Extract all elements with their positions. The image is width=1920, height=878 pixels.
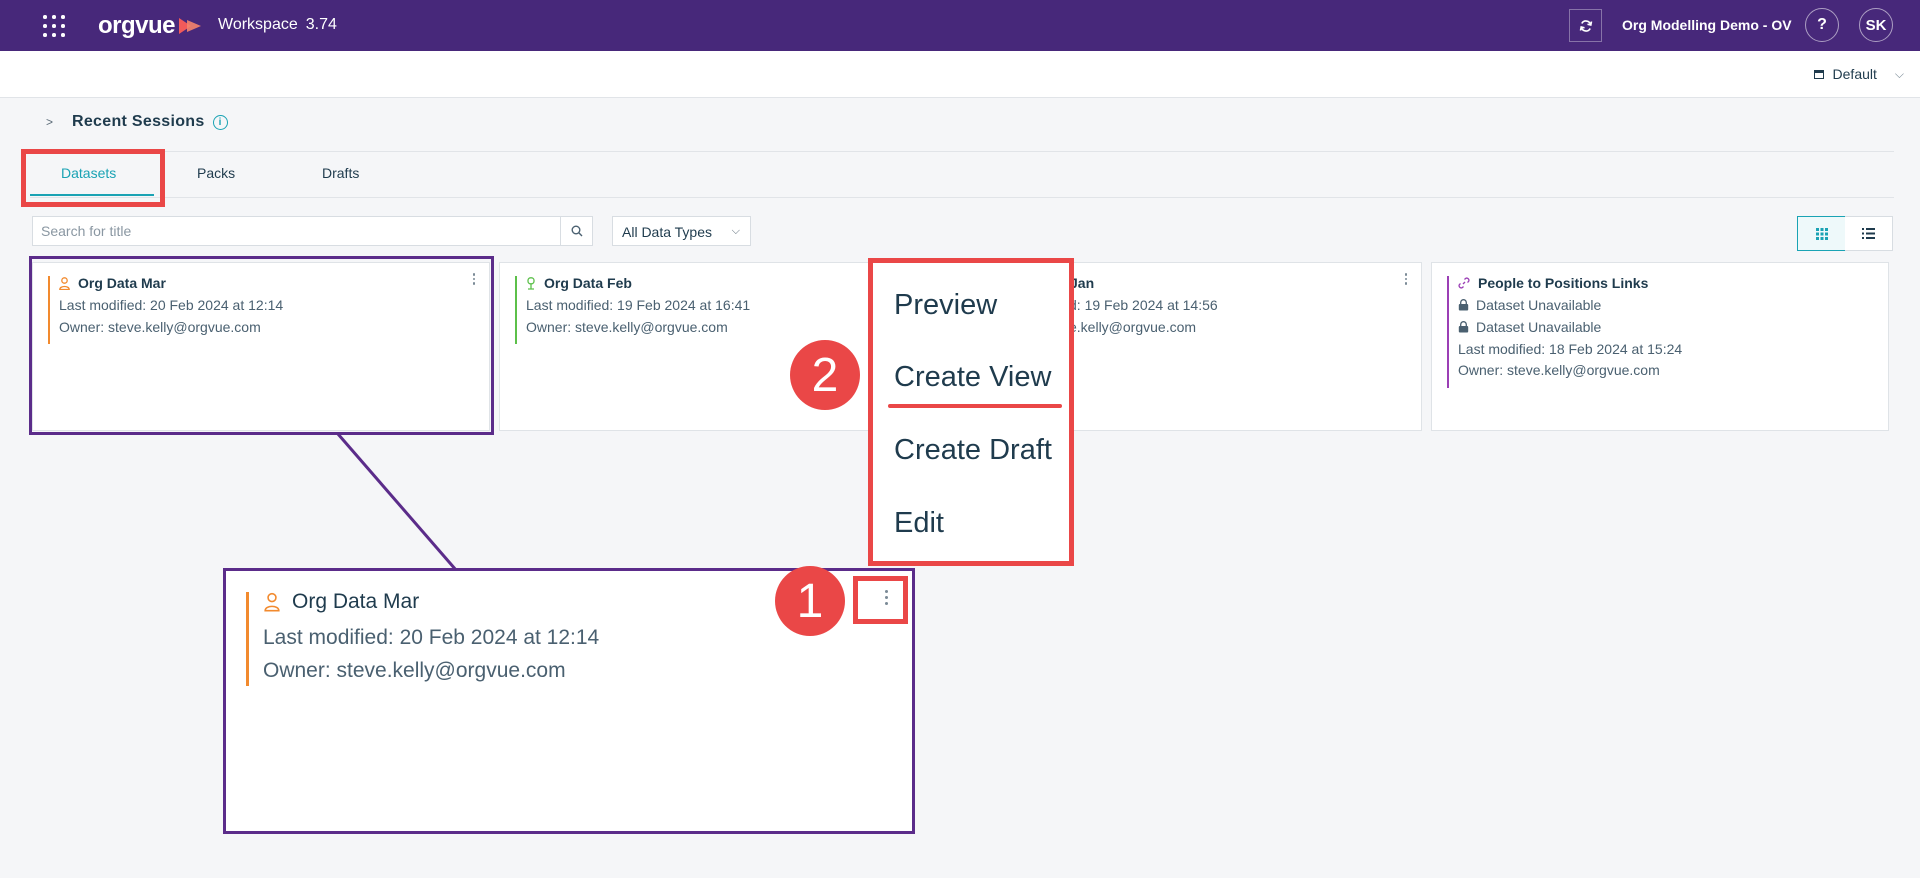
card-unavailable-2: Dataset Unavailable xyxy=(1458,319,1601,335)
chevron-down-icon: ⌵ xyxy=(731,225,740,237)
list-icon xyxy=(1862,228,1875,239)
card-modified: d: 19 Feb 2024 at 14:56 xyxy=(1069,297,1218,313)
divider xyxy=(30,197,1894,198)
dataset-unavailable-label: Dataset Unavailable xyxy=(1476,297,1602,313)
kebab-menu-icon[interactable] xyxy=(1403,273,1409,287)
position-icon xyxy=(527,276,535,290)
lock-icon xyxy=(1458,299,1469,311)
workspace-version: 3.74 xyxy=(305,16,337,33)
chevron-right-icon[interactable]: > xyxy=(46,115,58,129)
kebab-highlight xyxy=(853,576,908,624)
search-box xyxy=(32,216,593,246)
card-title[interactable]: Org Data Feb xyxy=(544,275,632,291)
refresh-button[interactable] xyxy=(1569,9,1602,42)
context-menu-highlight xyxy=(868,258,1074,566)
card-modified: Last modified: 19 Feb 2024 at 16:41 xyxy=(526,297,751,313)
info-icon[interactable]: i xyxy=(212,114,228,130)
search-input[interactable] xyxy=(33,217,569,245)
card-owner: Owner: steve.kelly@orgvue.com xyxy=(1458,362,1660,378)
help-button[interactable]: ? xyxy=(1805,8,1839,42)
card-modified: Last modified: 18 Feb 2024 at 15:24 xyxy=(1458,341,1683,357)
grid-icon xyxy=(1815,227,1828,240)
link-icon xyxy=(1458,277,1470,289)
search-icon xyxy=(571,225,582,237)
grid-view-toggle[interactable] xyxy=(1797,216,1846,251)
chevron-down-icon: ⌵ xyxy=(1894,66,1904,81)
card-owner: Owner: steve.kelly@orgvue.com xyxy=(526,319,728,335)
step-2-badge: 2 xyxy=(790,340,860,410)
step-1-badge: 1 xyxy=(775,566,845,636)
tab-packs[interactable]: Packs xyxy=(197,165,235,181)
top-bar: orgvue Workspace 3.74 Org Modelling Demo … xyxy=(0,0,1920,51)
dataset-card[interactable]: People to Positions Links Dataset Unavai… xyxy=(1431,262,1889,431)
dataset-unavailable-label: Dataset Unavailable xyxy=(1476,319,1602,335)
user-avatar[interactable]: SK xyxy=(1859,8,1893,42)
refresh-icon xyxy=(1579,19,1592,32)
organisation-selector[interactable]: Org Modelling Demo - OV xyxy=(1622,17,1792,33)
sub-bar: Default ⌵ xyxy=(0,51,1920,98)
layout-icon xyxy=(1813,69,1824,79)
divider xyxy=(30,151,1894,152)
card-title[interactable]: People to Positions Links xyxy=(1478,275,1648,291)
datasets-tab-highlight xyxy=(21,149,165,207)
list-view-toggle[interactable] xyxy=(1845,216,1893,251)
orgvue-logo[interactable]: orgvue xyxy=(98,12,203,40)
data-type-filter[interactable]: All Data Types ⌵ xyxy=(612,216,751,246)
tab-drafts[interactable]: Drafts xyxy=(322,165,359,181)
card-title-row: People to Positions Links xyxy=(1458,275,1648,291)
logo-text: orgvue xyxy=(98,12,176,39)
card-accent-bar xyxy=(515,276,517,344)
default-view-label: Default xyxy=(1832,66,1877,82)
app-launcher-icon[interactable] xyxy=(42,14,66,38)
card-highlight-box xyxy=(29,256,494,435)
logo-mark-icon xyxy=(179,18,202,34)
card-title-row: Org Data Feb xyxy=(526,275,632,291)
workspace-title: Workspace 3.74 xyxy=(218,16,337,34)
card-unavailable-1: Dataset Unavailable xyxy=(1458,297,1601,313)
lock-icon xyxy=(1458,321,1469,333)
recent-sessions-header: > Recent Sessions i xyxy=(46,113,228,131)
data-type-filter-value: All Data Types xyxy=(622,224,713,240)
recent-sessions-title[interactable]: Recent Sessions xyxy=(72,113,205,131)
workspace-label: Workspace xyxy=(218,16,298,33)
card-accent-bar xyxy=(1447,276,1449,388)
default-view-selector[interactable]: Default ⌵ xyxy=(1813,66,1904,82)
card-owner: e.kelly@orgvue.com xyxy=(1069,319,1197,335)
search-button[interactable] xyxy=(560,217,592,245)
